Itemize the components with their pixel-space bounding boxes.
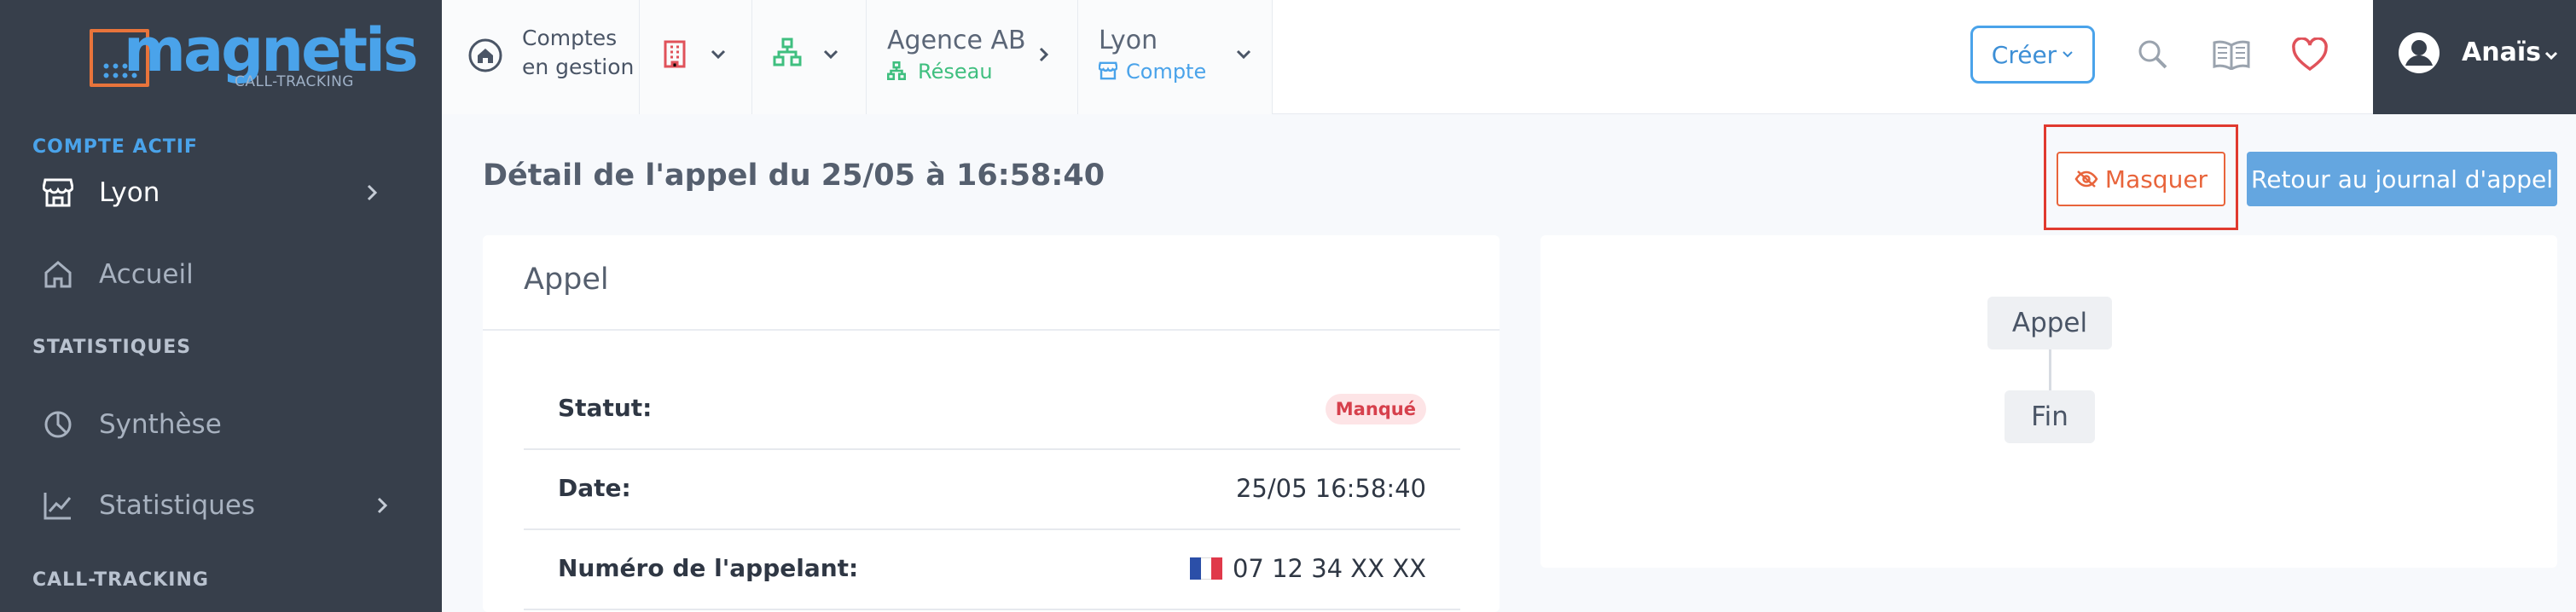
card-title: Appel bbox=[524, 263, 609, 297]
flow-connector bbox=[2049, 349, 2051, 390]
sidebar: magnetis CALL-TRACKING COMPTE ACTIF Lyon… bbox=[0, 0, 442, 612]
favorites-button[interactable] bbox=[2289, 34, 2330, 75]
status-badge: Manqué bbox=[1325, 394, 1426, 424]
nav-accounts-line2: en gestion bbox=[522, 55, 635, 79]
detail-label: Statut: bbox=[558, 394, 653, 422]
detail-row-date: Date: 25/05 16:58:40 bbox=[524, 450, 1460, 530]
france-flag-icon bbox=[1189, 557, 1222, 580]
store-icon bbox=[41, 176, 75, 210]
nav-building-dropdown[interactable] bbox=[640, 0, 752, 114]
pie-chart-icon bbox=[41, 407, 75, 442]
building-icon bbox=[664, 40, 686, 68]
book-icon bbox=[2213, 40, 2250, 70]
statistics-section: STATISTIQUES bbox=[32, 337, 192, 358]
call-details-card: Appel Statut: Manqué Date: 25/05 16:58:4… bbox=[483, 235, 1500, 612]
flow-node-start: Appel bbox=[1987, 297, 2112, 349]
page-title: Détail de l'appel du 25/05 à 16:58:40 bbox=[483, 159, 1105, 193]
sidebar-item-label: Lyon bbox=[99, 177, 160, 208]
caller-number: 07 12 34 XX XX bbox=[1232, 554, 1426, 583]
sidebar-item-label: Accueil bbox=[99, 259, 194, 290]
create-button-label: Créer bbox=[1991, 40, 2057, 69]
network-icon bbox=[773, 38, 802, 66]
nav-account-name: Lyon bbox=[1099, 26, 1158, 55]
sidebar-item-label: Statistiques bbox=[99, 490, 256, 521]
user-name: Anaïs bbox=[2462, 38, 2541, 67]
sidebar-item-statistics[interactable]: Statistiques bbox=[0, 471, 442, 540]
back-to-call-log-button[interactable]: Retour au journal d'appel bbox=[2247, 152, 2557, 206]
nav-network-dropdown[interactable] bbox=[752, 0, 867, 114]
documentation-button[interactable] bbox=[2211, 34, 2252, 75]
magnetis-logo[interactable]: magnetis CALL-TRACKING bbox=[90, 15, 419, 92]
detail-row-caller-number: Numéro de l'appelant: 07 12 34 XX XX bbox=[524, 530, 1460, 610]
sidebar-item-home[interactable]: Accueil bbox=[0, 240, 442, 309]
nav-accounts-managed[interactable]: Comptes en gestion bbox=[442, 0, 640, 114]
detail-row-status: Statut: Manqué bbox=[524, 370, 1460, 450]
search-button[interactable] bbox=[2132, 34, 2173, 75]
nav-account-type: Compte bbox=[1126, 60, 1207, 84]
create-button[interactable]: Créer bbox=[1970, 26, 2095, 84]
chevron-down-icon bbox=[2544, 51, 2558, 61]
chevron-down-icon bbox=[711, 49, 726, 60]
detail-value: Manqué bbox=[1325, 394, 1426, 424]
sidebar-item-synthese[interactable]: Synthèse bbox=[0, 390, 442, 459]
eye-slash-icon bbox=[2074, 170, 2098, 188]
detail-label: Numéro de l'appelant: bbox=[558, 554, 859, 582]
chevron-right-icon bbox=[1039, 47, 1049, 62]
chevron-down-icon bbox=[823, 49, 838, 60]
chevron-right-icon bbox=[367, 184, 378, 201]
nav-agency-type: Réseau bbox=[918, 60, 993, 84]
chevron-down-icon bbox=[2063, 51, 2073, 58]
search-icon bbox=[2138, 40, 2167, 69]
sidebar-item-account[interactable]: Lyon bbox=[0, 159, 442, 227]
network-icon bbox=[887, 61, 906, 80]
detail-label: Date: bbox=[558, 474, 631, 502]
call-tracking-section: CALL-TRACKING bbox=[32, 569, 209, 591]
user-avatar-icon bbox=[2399, 32, 2440, 73]
top-navigation: Comptes en gestion Agence AB Réseau Lyon bbox=[442, 0, 2576, 114]
store-icon bbox=[1099, 61, 1117, 80]
sidebar-item-label: Synthèse bbox=[99, 409, 222, 440]
nav-accounts-line1: Comptes bbox=[522, 26, 618, 50]
active-account-section: COMPTE ACTIF bbox=[32, 136, 198, 158]
home-circle-icon bbox=[468, 38, 502, 72]
line-chart-icon bbox=[41, 488, 75, 523]
card-header: Appel bbox=[483, 235, 1500, 331]
call-flow-card: Appel Fin bbox=[1540, 235, 2557, 568]
chevron-right-icon bbox=[377, 497, 388, 514]
home-icon bbox=[41, 257, 75, 292]
detail-value: 25/05 16:58:40 bbox=[1235, 474, 1426, 503]
logo-subtitle: CALL-TRACKING bbox=[235, 73, 354, 90]
nav-account-dropdown[interactable]: Lyon Compte bbox=[1078, 0, 1273, 114]
flow-node-end: Fin bbox=[2005, 390, 2095, 443]
nav-agency[interactable]: Agence AB Réseau bbox=[867, 0, 1078, 114]
user-menu[interactable]: Anaïs bbox=[2373, 0, 2576, 114]
nav-agency-name: Agence AB bbox=[887, 26, 1026, 55]
chevron-down-icon bbox=[1236, 49, 1251, 60]
hide-button[interactable]: Masquer bbox=[2057, 152, 2225, 206]
hide-button-label: Masquer bbox=[2104, 165, 2208, 193]
heart-icon bbox=[2292, 38, 2328, 72]
detail-value: 07 12 34 XX XX bbox=[1189, 554, 1426, 583]
